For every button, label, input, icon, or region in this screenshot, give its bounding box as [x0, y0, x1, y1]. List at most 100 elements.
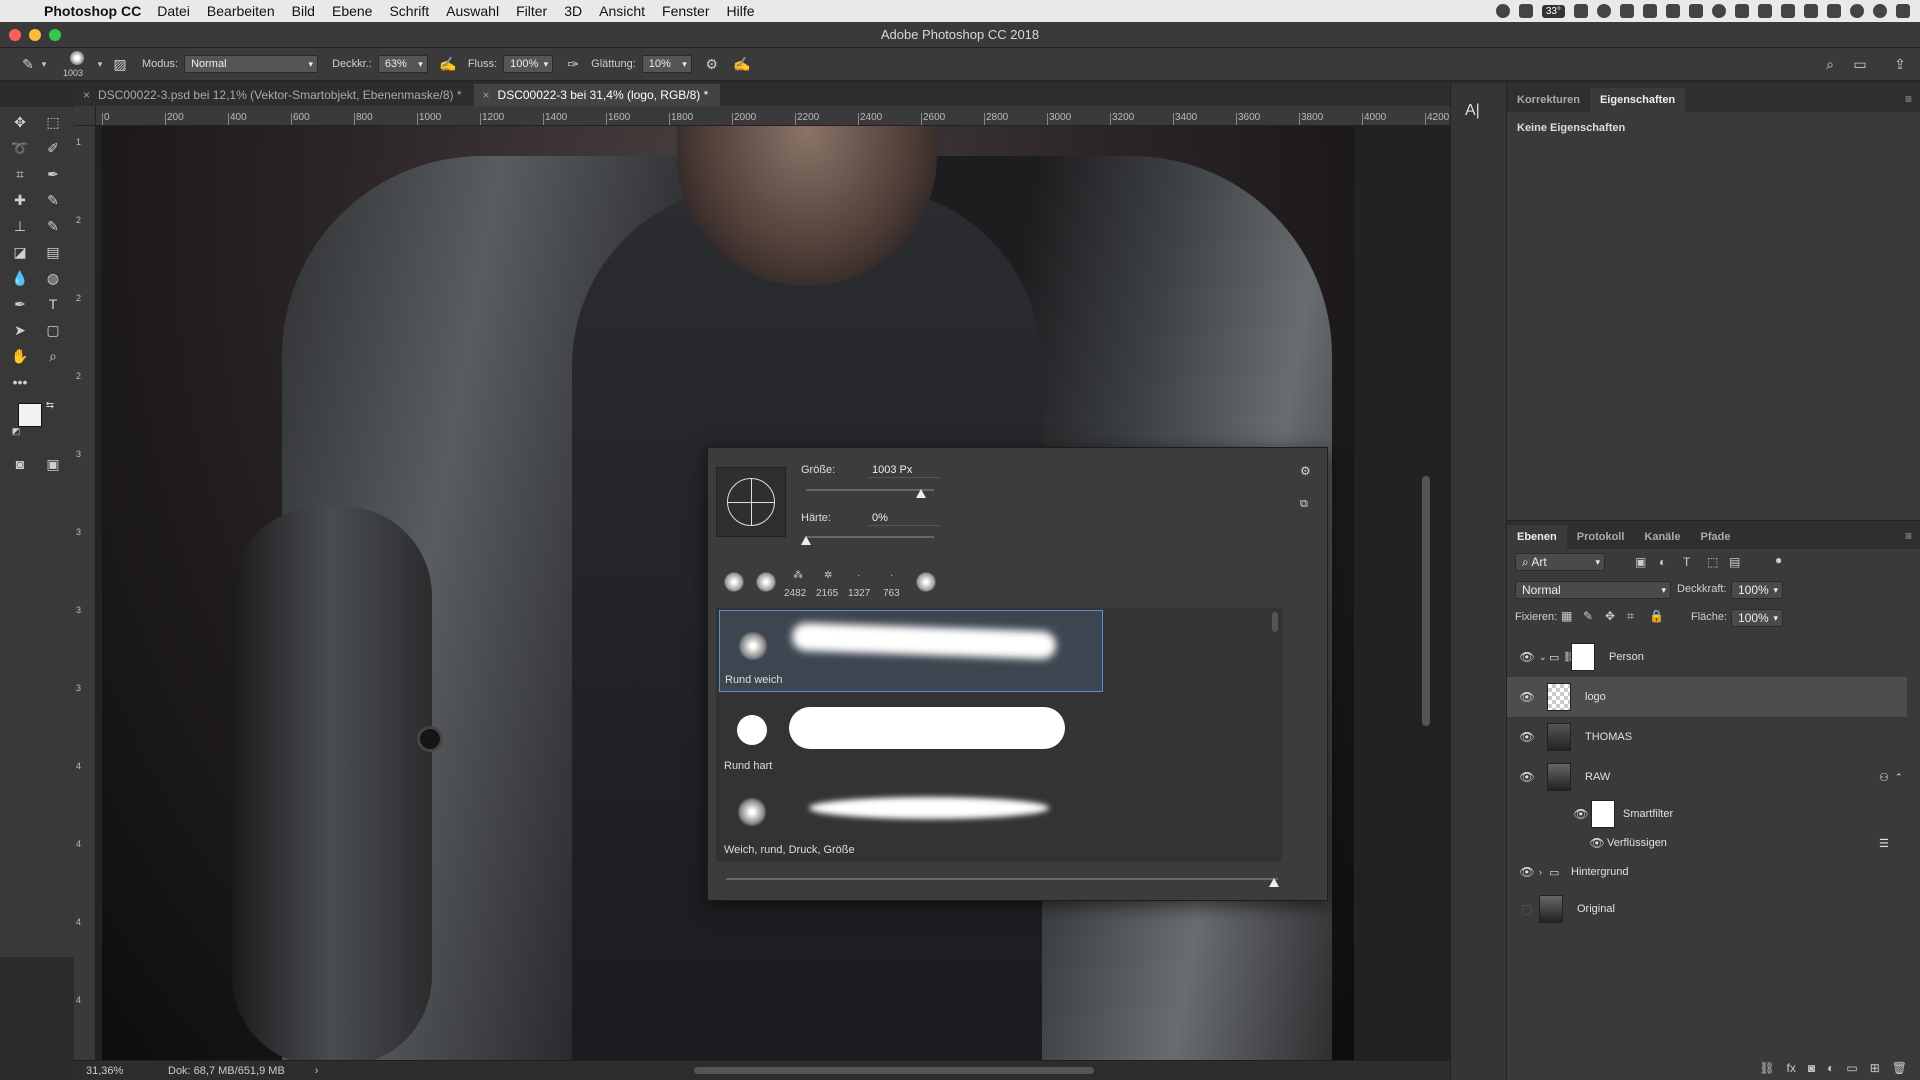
- brush-item-weich-rund-druck[interactable]: Weich, rund, Druck, Größe: [719, 779, 1103, 861]
- battery-icon[interactable]: [1827, 4, 1841, 18]
- link-layers-icon[interactable]: ⛓: [1759, 1061, 1774, 1075]
- gear-icon[interactable]: ⚙: [1300, 464, 1311, 478]
- bluetooth-icon[interactable]: [1758, 4, 1772, 18]
- add-mask-icon[interactable]: ◙: [1808, 1061, 1815, 1075]
- menu-auswahl[interactable]: Auswahl: [446, 3, 499, 19]
- tool-preset-chevron-icon[interactable]: ▾: [38, 54, 50, 74]
- hand-tool-icon[interactable]: ✋: [9, 345, 31, 367]
- gear-icon[interactable]: ⚙: [702, 54, 722, 74]
- menu-datei[interactable]: Datei: [157, 3, 190, 19]
- panel-menu-icon[interactable]: ≡: [1905, 529, 1912, 543]
- zoom-level[interactable]: 31,36%: [86, 1065, 156, 1077]
- chevron-down-icon[interactable]: ⌄: [1539, 652, 1547, 663]
- eye-icon[interactable]: 👁: [1573, 807, 1589, 821]
- layer-thumbnail[interactable]: [1547, 683, 1571, 711]
- brush-tool-icon[interactable]: ✎: [18, 54, 38, 74]
- default-colors-icon[interactable]: ◩: [10, 425, 22, 437]
- size-slider-thumb[interactable]: [916, 489, 927, 498]
- horizontal-ruler[interactable]: 0 200 400 600 800 1000 1200 1400 1600 1800 2000 220…: [96, 106, 1450, 126]
- tab-document-active[interactable]: × DSC00022-3 bei 31,4% (logo, RGB/8) *: [473, 84, 721, 106]
- menu-filter[interactable]: Filter: [516, 3, 547, 19]
- smart-object-thumbnail[interactable]: [1539, 895, 1563, 923]
- dodge-tool-icon[interactable]: ◍: [42, 267, 64, 289]
- tab-ebenen[interactable]: Ebenen: [1507, 525, 1567, 549]
- preview-size-slider[interactable]: [726, 878, 1278, 880]
- adjustment-layer-icon[interactable]: ◐: [1827, 1061, 1834, 1075]
- panel-menu-icon[interactable]: ≡: [1905, 92, 1912, 106]
- eye-icon[interactable]: 👁: [1519, 650, 1535, 664]
- menu-3d[interactable]: 3D: [564, 3, 582, 19]
- eye-icon[interactable]: 👁: [1519, 730, 1535, 744]
- layer-thumbnail[interactable]: [1547, 723, 1571, 751]
- siri-icon[interactable]: [1873, 4, 1887, 18]
- recent-preset-star-icon[interactable]: ✲: [824, 570, 832, 581]
- blur-tool-icon[interactable]: 💧: [9, 267, 31, 289]
- workspace-icon[interactable]: ▭: [1850, 54, 1870, 74]
- menu-bild[interactable]: Bild: [292, 3, 315, 19]
- blend-mode-select[interactable]: Normal ▾: [1515, 581, 1671, 599]
- recent-preset[interactable]: [724, 572, 744, 592]
- tab-document-psd[interactable]: × DSC00022-3.psd bei 12,1% (Vektor-Smart…: [74, 84, 474, 106]
- layer-row-raw[interactable]: 👁 RAW ⚇ ⌃: [1507, 757, 1907, 797]
- screen-mode-icon[interactable]: ▣: [42, 453, 64, 475]
- filter-options-icon[interactable]: ☰: [1879, 837, 1889, 850]
- brush-tool-icon[interactable]: ✎: [42, 189, 64, 211]
- hardness-input[interactable]: 0%: [868, 510, 940, 526]
- smart-filter-indicator-icon[interactable]: ⚇: [1879, 771, 1889, 784]
- vertical-ruler[interactable]: 1 2 2 2 3 3 3 3 4 4 4 4: [74, 126, 96, 1060]
- move-tool-icon[interactable]: ✥: [9, 111, 31, 133]
- smart-object-thumbnail[interactable]: [1547, 763, 1571, 791]
- recent-preset[interactable]: [756, 572, 776, 592]
- lasso-tool-icon[interactable]: ➰: [9, 137, 31, 159]
- mode-select[interactable]: Normal ▾: [184, 55, 319, 73]
- layer-row-verfluessigen[interactable]: 👁 Verflüssigen ☰: [1507, 831, 1907, 855]
- brush-list-scrollbar[interactable]: [1272, 612, 1278, 632]
- pressure-size-icon[interactable]: ✍: [732, 54, 752, 74]
- layer-filter-select[interactable]: ⌕ Art ▾: [1515, 553, 1605, 571]
- layer-row-person[interactable]: 👁 ⌄ ▭ ⛓ Person: [1507, 637, 1907, 677]
- preview-size-thumb[interactable]: [1269, 878, 1279, 887]
- recent-preset[interactable]: [916, 572, 936, 592]
- fx-icon[interactable]: fx: [1787, 1061, 1796, 1075]
- notification-center-icon[interactable]: [1896, 4, 1910, 18]
- quick-selection-tool-icon[interactable]: ✐: [42, 137, 64, 159]
- close-icon[interactable]: ×: [83, 84, 90, 106]
- airbrush-icon[interactable]: ✑: [563, 54, 583, 74]
- eye-icon[interactable]: 👁: [1519, 865, 1535, 879]
- menu-app-name[interactable]: Photoshop CC: [44, 3, 141, 19]
- menu-hilfe[interactable]: Hilfe: [727, 3, 755, 19]
- eye-icon[interactable]: 👁: [1589, 836, 1605, 850]
- swap-colors-icon[interactable]: ⇆: [44, 399, 56, 411]
- size-input[interactable]: 1003 Px: [868, 462, 940, 478]
- menu-schrift[interactable]: Schrift: [389, 3, 429, 19]
- healing-brush-tool-icon[interactable]: ✚: [9, 189, 31, 211]
- brush-picker-chevron-icon[interactable]: ▾: [94, 54, 106, 74]
- layer-row-logo[interactable]: 👁 logo: [1507, 677, 1907, 717]
- trash-icon[interactable]: 🗑: [1892, 1061, 1907, 1075]
- character-panel-icon[interactable]: A|: [1465, 102, 1480, 120]
- tab-korrekturen[interactable]: Korrekturen: [1507, 88, 1590, 112]
- brush-preset-picker[interactable]: 1003: [60, 49, 94, 79]
- hardness-slider-thumb[interactable]: [801, 536, 811, 545]
- creative-cloud-icon[interactable]: [1597, 4, 1611, 18]
- history-brush-tool-icon[interactable]: ✎: [42, 215, 64, 237]
- vertical-scrollbar[interactable]: [1422, 476, 1430, 726]
- smart-filter-mask-thumbnail[interactable]: [1591, 800, 1615, 828]
- layer-row-thomas[interactable]: 👁 THOMAS: [1507, 717, 1907, 757]
- menu-bearbeiten[interactable]: Bearbeiten: [207, 3, 275, 19]
- type-tool-icon[interactable]: T: [42, 293, 64, 315]
- chevron-up-icon[interactable]: ⌃: [1895, 772, 1903, 783]
- size-slider-track[interactable]: [806, 489, 934, 491]
- evernote-icon[interactable]: [1643, 4, 1657, 18]
- brush-item-rund-weich[interactable]: Rund weich: [719, 610, 1103, 692]
- clone-stamp-tool-icon[interactable]: ⊥: [9, 215, 31, 237]
- foreground-color-swatch[interactable]: [18, 403, 42, 427]
- horizontal-scrollbar[interactable]: [694, 1067, 1094, 1074]
- lock-all-icon[interactable]: 🔒: [1649, 609, 1664, 623]
- wifi-icon[interactable]: [1781, 4, 1795, 18]
- minimize-window-button[interactable]: [29, 29, 41, 41]
- eye-icon[interactable]: 👁: [1519, 770, 1535, 784]
- sync-icon[interactable]: [1712, 4, 1726, 18]
- eye-icon[interactable]: 👁: [1519, 690, 1535, 704]
- wd-icon[interactable]: [1666, 4, 1680, 18]
